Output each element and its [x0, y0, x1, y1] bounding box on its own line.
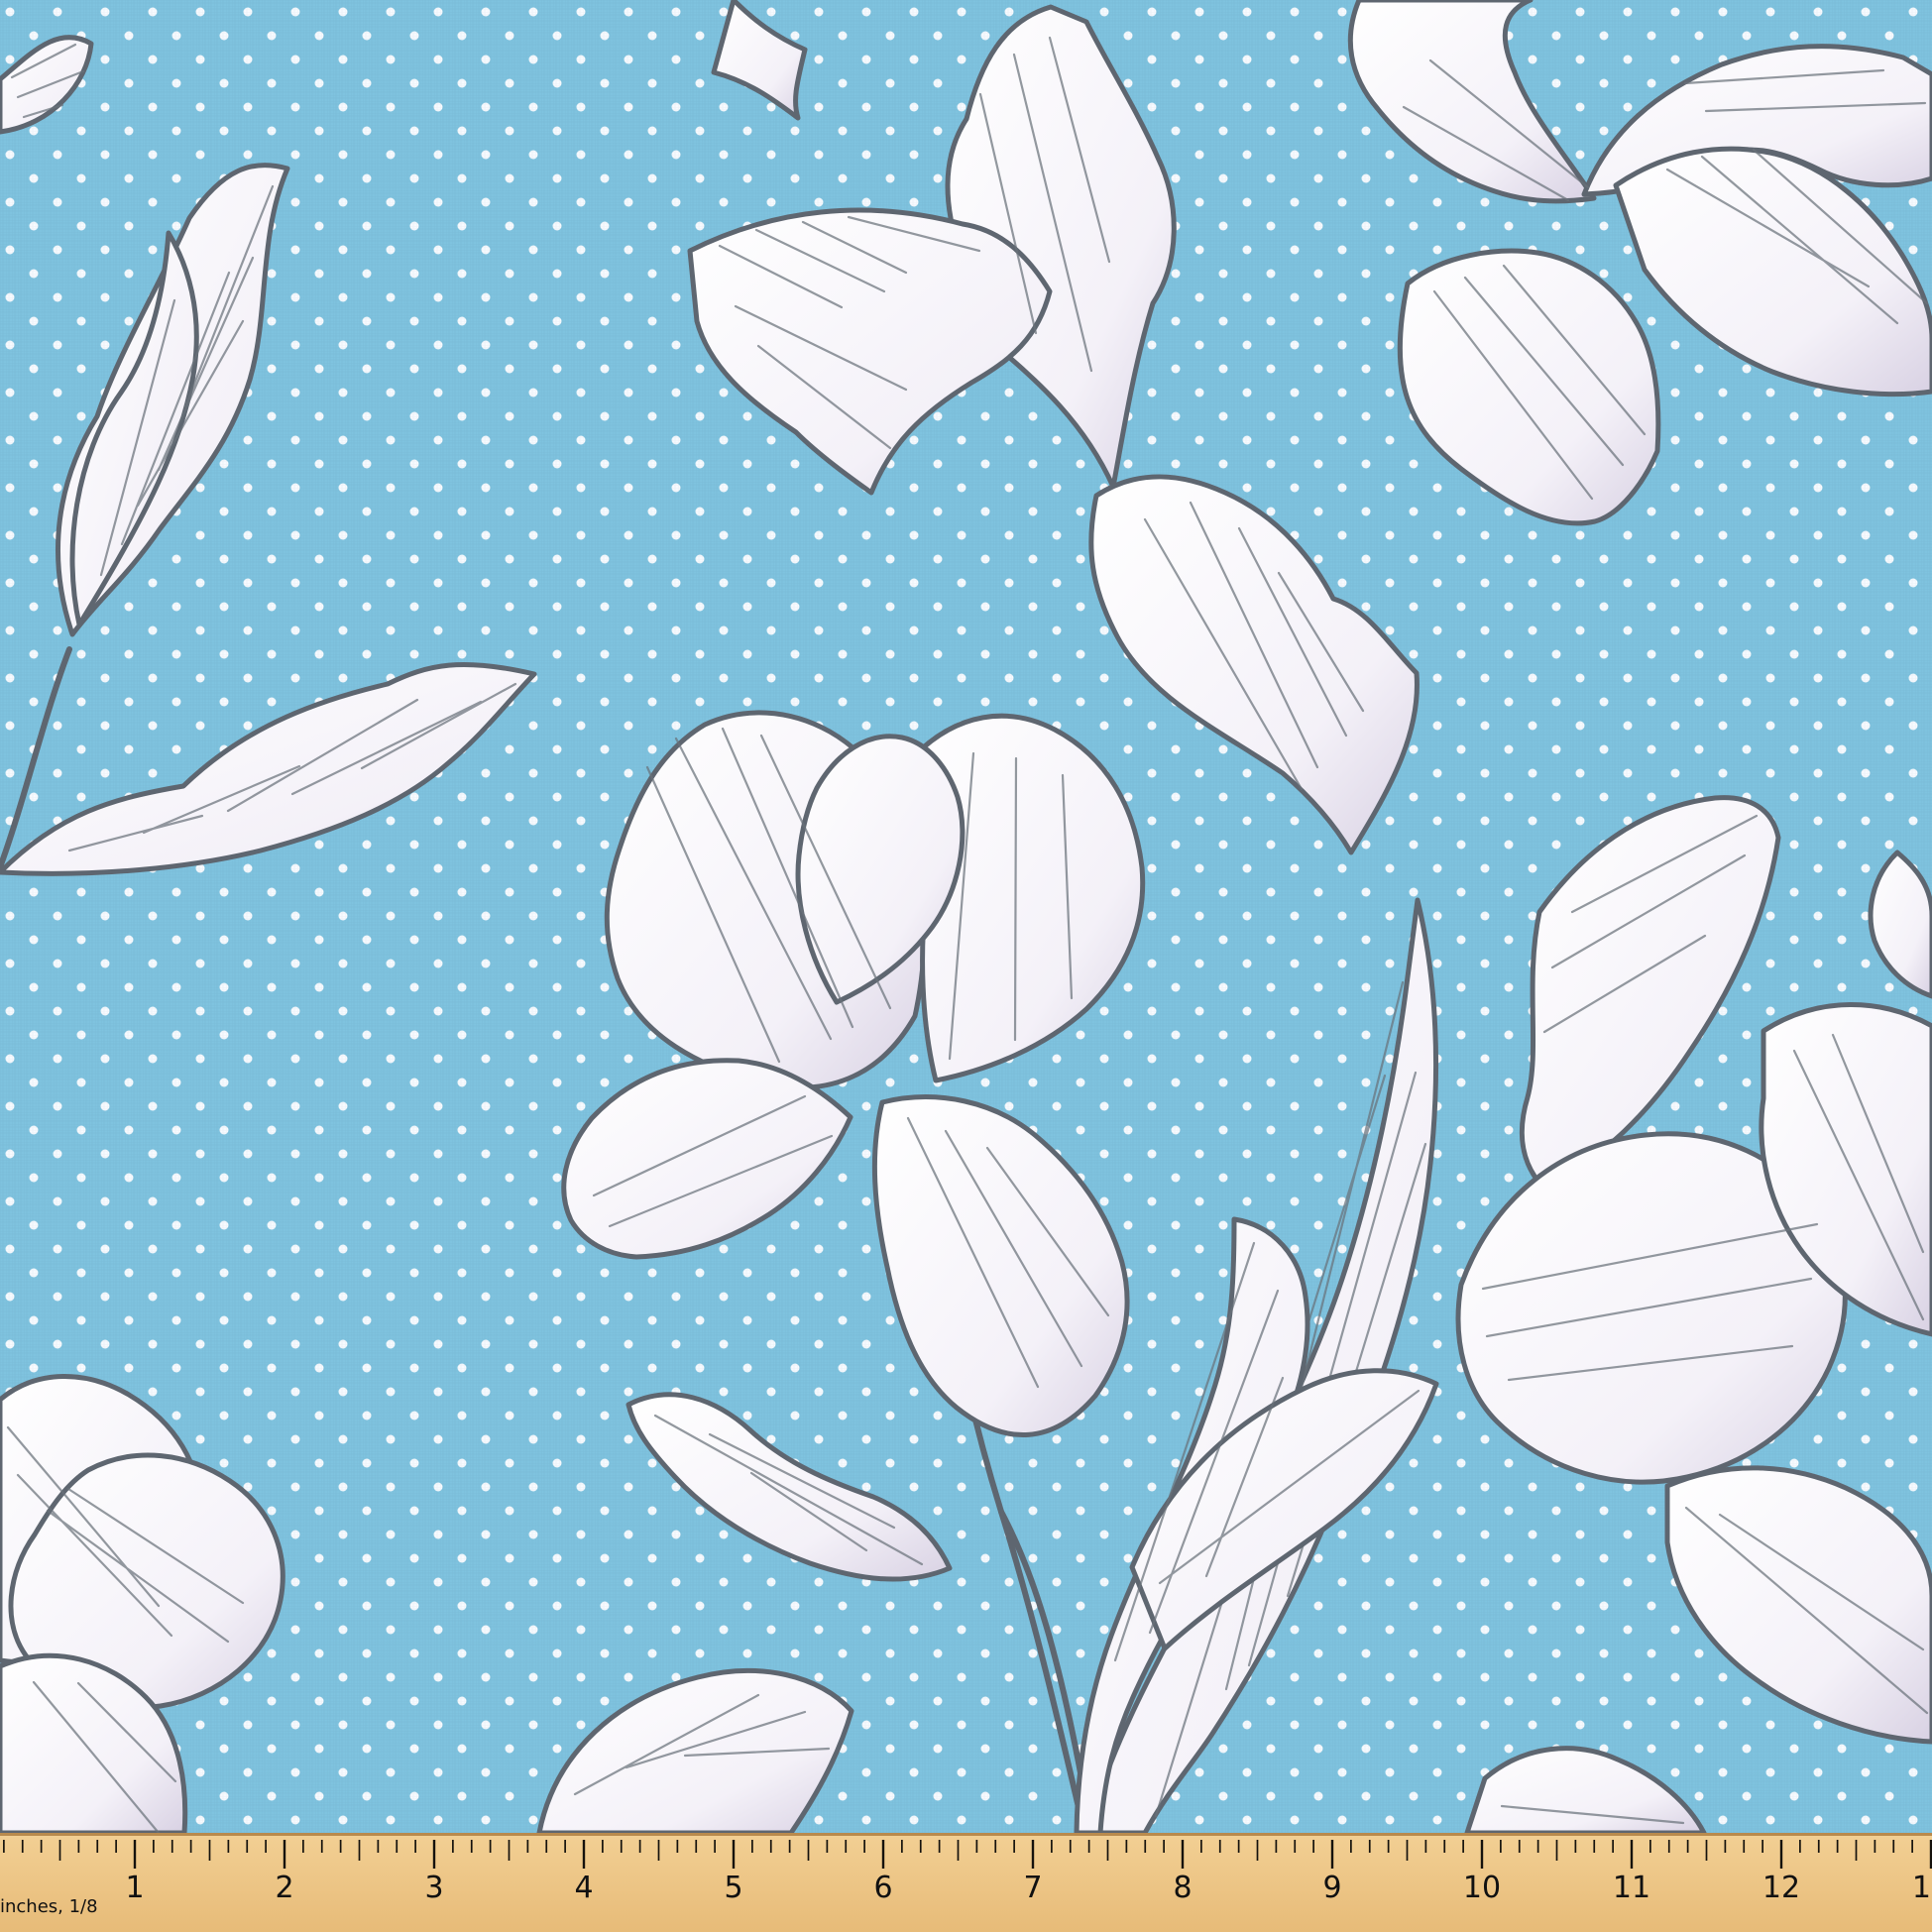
ruler-number: 5 — [724, 1871, 742, 1905]
ruler-ticks — [3, 1840, 1932, 1869]
ruler-number: 4 — [574, 1871, 593, 1905]
ruler-number: 7 — [1023, 1871, 1042, 1905]
ruler-number: 12 — [1762, 1871, 1800, 1905]
ruler-number: 9 — [1322, 1871, 1341, 1905]
ruler-number: 10 — [1463, 1871, 1501, 1905]
ruler-number: 1 — [125, 1871, 144, 1905]
ruler-markings: inches, 1/8 12345678910111213 — [0, 1840, 1932, 1917]
ruler-number: 13 — [1912, 1871, 1932, 1905]
ruler-number: 8 — [1173, 1871, 1192, 1905]
ruler-number: 3 — [424, 1871, 443, 1905]
ruler-number: 6 — [873, 1871, 892, 1905]
ruler-number: 2 — [275, 1871, 293, 1905]
ruler-number: 11 — [1613, 1871, 1650, 1905]
floral-fabric-pattern: .petal { fill: url(#petalGrad); stroke: … — [0, 0, 1932, 1932]
ruler-unit-label: inches, 1/8 — [0, 1896, 98, 1917]
measuring-ruler: inches, 1/8 12345678910111213 — [0, 1833, 1932, 1932]
ruler-numbers: 12345678910111213 — [125, 1871, 1932, 1905]
fabric-product-photo: .petal { fill: url(#petalGrad); stroke: … — [0, 0, 1932, 1932]
